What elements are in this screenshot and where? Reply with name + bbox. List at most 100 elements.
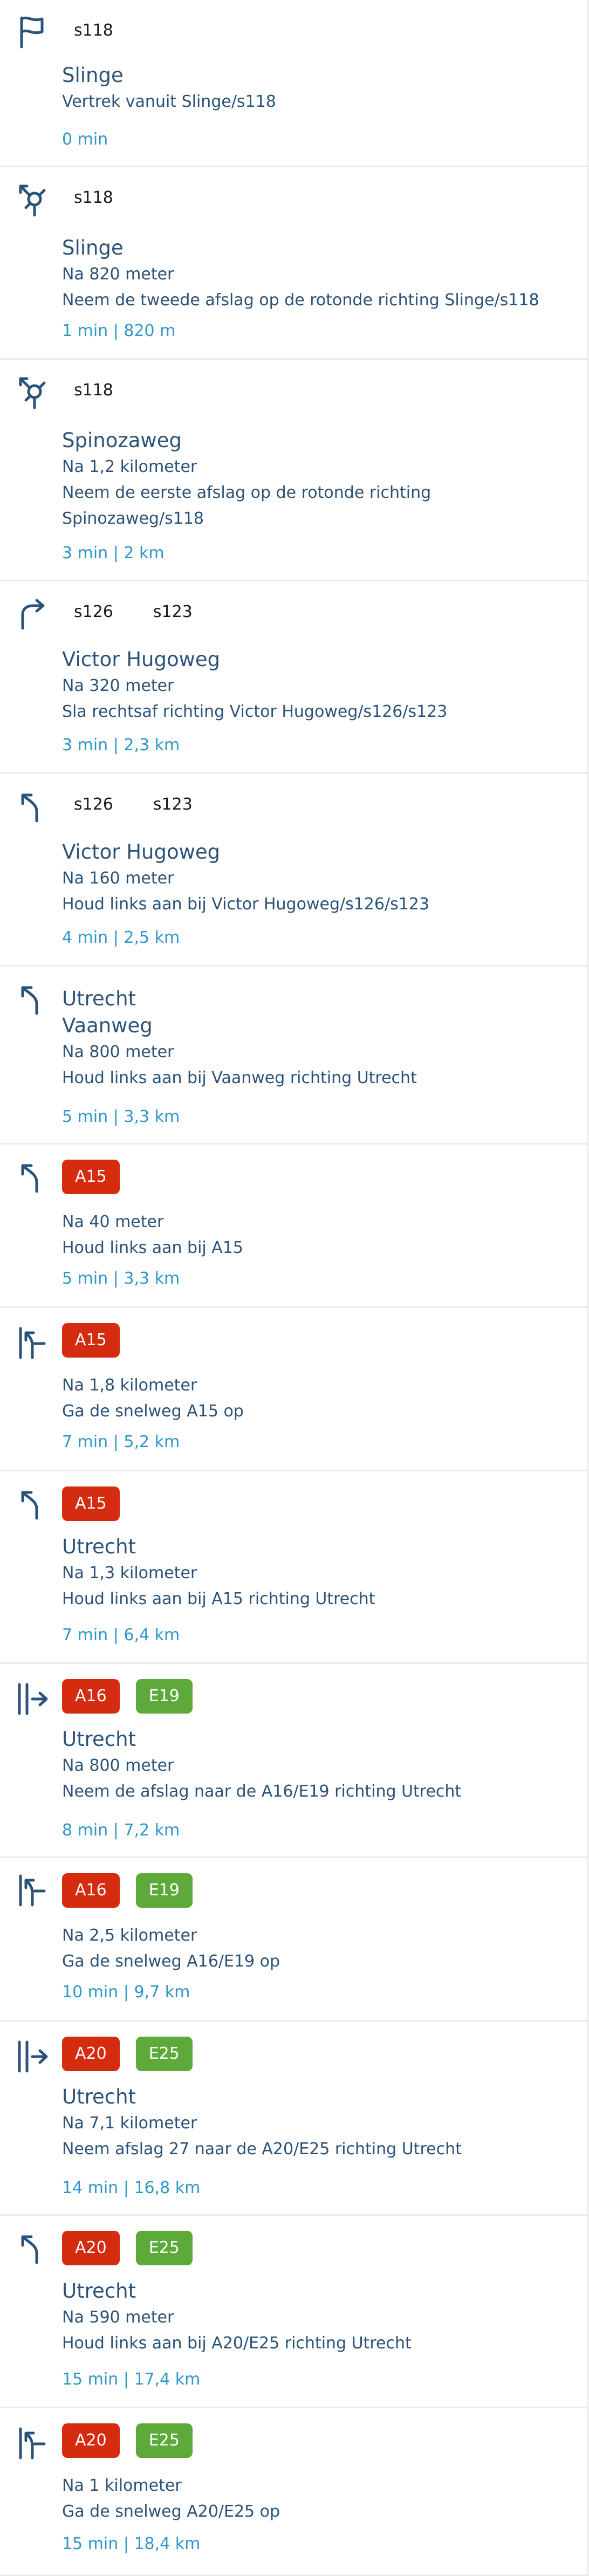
- route-step[interactable]: s126 s123 Victor Hugoweg Na 160 meter Houd l…: [0, 774, 587, 967]
- turn-right-icon: [13, 595, 51, 633]
- road-badge: E25: [135, 2037, 193, 2071]
- route-step[interactable]: A20 E25 Utrecht Na 590 meter Houd links aan …: [0, 2216, 587, 2408]
- step-instruction-line: Na 590 meter: [62, 2308, 174, 2327]
- step-destination: Utrecht: [62, 1728, 136, 1751]
- road-shields: A16 E19: [62, 1679, 193, 1714]
- step-instruction-line: Ga de snelweg A15 op: [62, 1402, 244, 1421]
- step-time-distance: 7 min | 5,2 km: [62, 1433, 180, 1451]
- route-step[interactable]: Utrecht Vaanweg Na 800 meter Houd links aan…: [0, 967, 587, 1145]
- step-instruction-line: Na 1,8 kilometer: [62, 1376, 197, 1395]
- road-label: s118: [74, 188, 113, 207]
- step-instruction-line: Na 40 meter: [62, 1212, 164, 1231]
- route-step[interactable]: A20 E25 Utrecht Na 7,1 kilometer Neem afslag…: [0, 2022, 587, 2216]
- road-shields: s118: [62, 373, 125, 408]
- step-time-distance: 7 min | 6,4 km: [62, 1626, 180, 1645]
- road-badge: E25: [135, 2423, 193, 2458]
- step-instruction-line: Na 820 meter: [62, 265, 174, 284]
- step-instructions: Na 2,5 kilometer Ga de snelweg A16/E19 op: [62, 1923, 565, 1975]
- keep-left-icon: [13, 787, 51, 825]
- merge-motorway-icon: [13, 1324, 51, 1362]
- step-instruction-line: Vertrek vanuit Slinge/s118: [62, 92, 276, 111]
- road-badge: A20: [62, 2037, 120, 2071]
- route-step[interactable]: A16 E19 Na 2,5 kilometer Ga de snelweg A16/…: [0, 1858, 587, 2022]
- merge-motorway-icon: [13, 1872, 51, 1909]
- step-destination: Spinozaweg: [62, 429, 182, 452]
- route-step[interactable]: s118 Slinge Vertrek vanuit Slinge/s118 0 mi…: [0, 0, 587, 167]
- road-badge: E19: [135, 1679, 193, 1714]
- exit-icon: [13, 1680, 51, 1718]
- route-step[interactable]: A15 Na 40 meter Houd links aan bij A15 5 mi…: [0, 1145, 587, 1308]
- roundabout-icon: [13, 373, 51, 411]
- step-instruction-line: Ga de snelweg A20/E25 op: [62, 2502, 280, 2521]
- step-instruction-line: Neem de afslag naar de A16/E19 richting …: [62, 1782, 462, 1801]
- road-badge: A16: [62, 1873, 120, 1908]
- step-instructions: Na 1,8 kilometer Ga de snelweg A15 op: [62, 1373, 565, 1424]
- step-instruction-line: Ga de snelweg A16/E19 op: [62, 1952, 280, 1971]
- route-step[interactable]: s126 s123 Victor Hugoweg Na 320 meter Sla re…: [0, 581, 587, 774]
- step-instructions: Victor Hugoweg Na 320 meter Sla rechtsaf r…: [62, 646, 565, 725]
- step-destination: Utrecht: [62, 2279, 136, 2303]
- road-badge: A15: [62, 1486, 120, 1521]
- road-shields: s126 s123: [62, 595, 204, 629]
- road-label: s123: [153, 795, 193, 814]
- step-instructions: Na 40 meter Houd links aan bij A15: [62, 1209, 565, 1261]
- step-instruction-line: Houd links aan bij A15 richting Utrecht: [62, 1590, 375, 1608]
- keep-left-icon: [13, 1485, 51, 1523]
- step-time-distance: 15 min | 18,4 km: [62, 2534, 201, 2553]
- road-label: s123: [153, 602, 193, 621]
- road-badge: A20: [62, 2423, 120, 2458]
- step-instruction-line: Houd links aan bij A20/E25 richting Utre…: [62, 2334, 412, 2353]
- step-instruction-line: Na 800 meter: [62, 1043, 174, 1061]
- step-instruction-line: Na 1,2 kilometer: [62, 457, 197, 476]
- step-destination: Slinge: [62, 64, 124, 87]
- road-badge: A15: [62, 1323, 120, 1358]
- step-instruction-line: Neem afslag 27 naar de A20/E25 richting …: [62, 2140, 462, 2159]
- road-label: s126: [74, 795, 113, 814]
- exit-icon: [13, 2038, 51, 2075]
- road-label: s118: [74, 21, 113, 40]
- road-shields: s118: [62, 181, 125, 215]
- route-step[interactable]: A15 Utrecht Na 1,3 kilometer Houd links aan…: [0, 1471, 587, 1664]
- step-instructions: Spinozaweg Na 1,2 kilometer Neem de eerste…: [62, 427, 565, 532]
- step-destination: Victor Hugoweg: [62, 840, 221, 864]
- road-shields: A20 E25: [62, 2423, 193, 2458]
- road-shields: A15: [62, 1486, 120, 1521]
- step-instruction-line: Houd links aan bij A15: [62, 1238, 243, 1257]
- step-instruction-line: Na 320 meter: [62, 676, 174, 695]
- step-instruction-line: Na 1,3 kilometer: [62, 1564, 197, 1582]
- step-instructions: Slinge Vertrek vanuit Slinge/s118: [62, 62, 565, 115]
- step-time-distance: 0 min: [62, 130, 108, 149]
- keep-left-icon: [13, 1158, 51, 1196]
- step-time-distance: 8 min | 7,2 km: [62, 1821, 180, 1840]
- road-shields: s118: [62, 13, 125, 48]
- step-instruction-line: Houd links aan bij Victor Hugoweg/s126/s…: [62, 895, 429, 914]
- step-destination: Utrecht: [62, 2085, 136, 2108]
- step-instruction-line: Na 1 kilometer: [62, 2476, 182, 2495]
- step-instruction-line: Sla rechtsaf richting Victor Hugoweg/s12…: [62, 702, 448, 721]
- step-time-distance: 3 min | 2,3 km: [62, 736, 180, 755]
- road-shields: A16 E19: [62, 1873, 193, 1908]
- step-instruction-line: Na 800 meter: [62, 1756, 174, 1775]
- route-step[interactable]: s118 Spinozaweg Na 1,2 kilometer Neem de ee…: [0, 360, 587, 581]
- step-instructions: Utrecht Na 800 meter Neem de afslag naar d…: [62, 1726, 565, 1805]
- route-step[interactable]: A16 E19 Utrecht Na 800 meter Neem de afslag …: [0, 1664, 587, 1858]
- step-instructions: Utrecht Na 590 meter Houd links aan bij A2…: [62, 2278, 565, 2356]
- step-instructions: Victor Hugoweg Na 160 meter Houd links aan…: [62, 839, 565, 917]
- step-destination: Slinge: [62, 236, 124, 259]
- step-destination: Vaanweg: [62, 1014, 153, 1037]
- step-time-distance: 14 min | 16,8 km: [62, 2178, 201, 2197]
- route-step[interactable]: A15 Na 1,8 kilometer Ga de snelweg A15 op 7…: [0, 1308, 587, 1471]
- route-step[interactable]: A20 E25 Na 1 kilometer Ga de snelweg A20/E2…: [0, 2408, 587, 2576]
- road-label: s118: [74, 381, 113, 400]
- road-badge: E25: [135, 2231, 193, 2265]
- route-step[interactable]: s118 Slinge Na 820 meter Neem de tweede afs…: [0, 167, 587, 360]
- step-instructions: Utrecht Na 1,3 kilometer Houd links aan bi…: [62, 1533, 565, 1612]
- step-time-distance: 3 min | 2 km: [62, 544, 165, 563]
- keep-left-icon: [13, 980, 51, 1018]
- step-time-distance: 15 min | 17,4 km: [62, 2370, 201, 2389]
- step-destination: Utrecht: [62, 987, 136, 1010]
- step-instruction-line: Na 7,1 kilometer: [62, 2114, 197, 2133]
- road-badge: A20: [62, 2231, 120, 2265]
- step-destination: Victor Hugoweg: [62, 648, 221, 671]
- step-instructions: Utrecht Na 7,1 kilometer Neem afslag 27 na…: [62, 2084, 565, 2162]
